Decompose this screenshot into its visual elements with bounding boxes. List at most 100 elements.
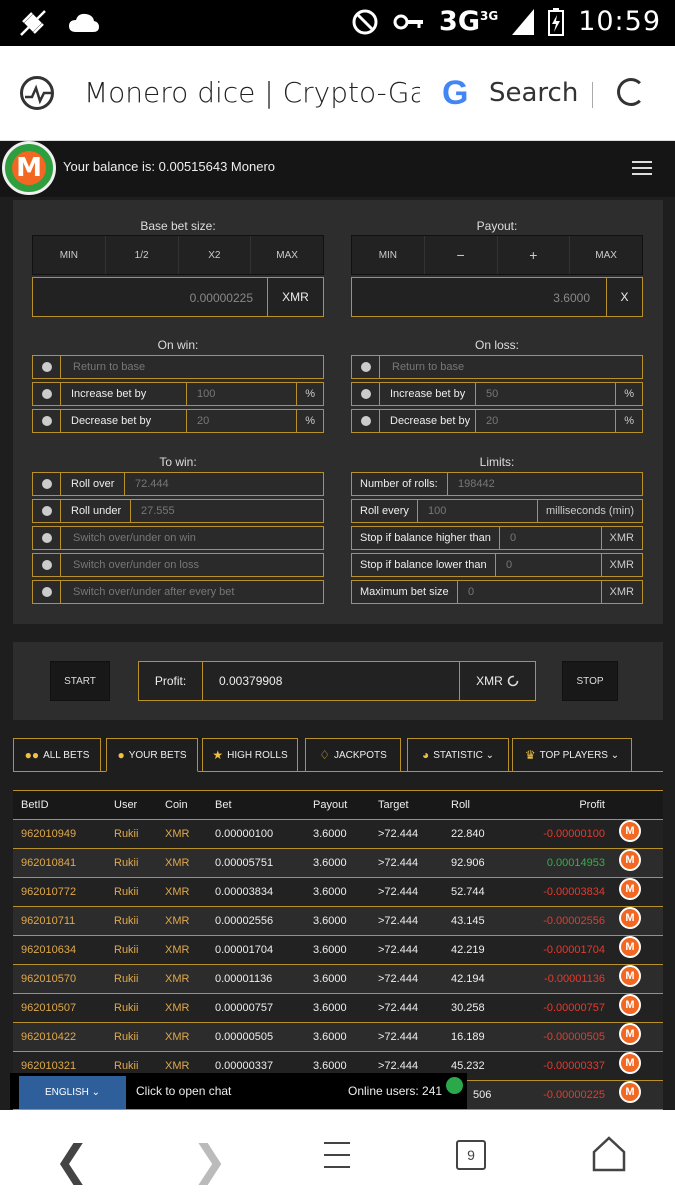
start-button[interactable]: START (50, 661, 110, 701)
on-loss-decrease-row[interactable]: Decrease bet by 20 % (351, 409, 643, 433)
bet-id[interactable]: 962010507 (21, 994, 76, 1022)
roll-every-input[interactable]: 100 (418, 500, 446, 522)
on-win-return-row[interactable]: Return to base (32, 355, 324, 379)
pulse-icon[interactable] (20, 76, 54, 110)
language-select[interactable]: ENGLISH ⌄ (19, 1076, 126, 1109)
base-bet-half-button[interactable]: 1/2 (106, 236, 179, 274)
bet-id[interactable]: 962010634 (21, 936, 76, 964)
on-win-decrease-input[interactable]: 20 (187, 410, 209, 432)
stop-button[interactable]: STOP (562, 661, 618, 701)
on-win-increase-input[interactable]: 100 (187, 383, 215, 405)
tab-top-players[interactable]: ♛ TOP PLAYERS ⌄ (512, 738, 632, 772)
tab-high-rolls[interactable]: ★ HIGH ROLLS (202, 738, 298, 772)
bet-id[interactable]: 962010949 (21, 820, 76, 848)
on-loss-increase-radio[interactable] (352, 383, 380, 405)
base-bet-input[interactable]: 0.00000225 XMR (32, 277, 324, 317)
base-bet-label: Base bet size: (140, 219, 216, 233)
payout-input[interactable]: 3.6000 X (351, 277, 643, 317)
on-win-return-radio[interactable] (33, 356, 61, 378)
switch-every-radio[interactable] (33, 581, 61, 603)
bet-user[interactable]: Rukii (114, 907, 138, 935)
google-icon[interactable]: G (442, 74, 468, 113)
bet-payout: 3.6000 (313, 1031, 347, 1043)
roll-under-label: Roll under (63, 500, 131, 522)
switch-every-row[interactable]: Switch over/under after every bet (32, 580, 324, 604)
base-bet-max-button[interactable]: MAX (251, 236, 323, 274)
refresh-icon[interactable] (617, 78, 645, 106)
on-loss-label: On loss: (474, 338, 519, 352)
stop-higher-row[interactable]: Stop if balance higher than 0 XMR (351, 526, 643, 550)
bet-user[interactable]: Rukii (114, 936, 138, 964)
payout-minus-button[interactable]: − (425, 236, 498, 274)
bet-payout: 3.6000 (313, 828, 347, 840)
menu-icon[interactable] (632, 161, 652, 179)
roll-over-radio[interactable] (33, 473, 61, 495)
menu-lines-icon[interactable] (324, 1142, 350, 1178)
stop-lower-input[interactable]: 0 (496, 554, 512, 576)
base-bet-double-button[interactable]: X2 (179, 236, 252, 274)
forward-icon[interactable]: ❯ (192, 1136, 227, 1185)
switch-on-win-radio[interactable] (33, 527, 61, 549)
switch-on-win-row[interactable]: Switch over/under on win (32, 526, 324, 550)
tabs-count-button[interactable]: 9 (456, 1140, 486, 1170)
bet-id[interactable]: 962010422 (21, 1023, 76, 1051)
tab-all-bets[interactable]: ●● ALL BETS (13, 738, 101, 772)
search-button[interactable]: Search (489, 78, 578, 108)
roll-under-radio[interactable] (33, 500, 61, 522)
bet-user[interactable]: Rukii (114, 1023, 138, 1051)
payout-min-button[interactable]: MIN (352, 236, 425, 274)
browser-bar: Monero dice | Crypto-Game G Search (0, 46, 675, 141)
chat-bar[interactable]: ENGLISH ⌄ Click to open chat Online user… (10, 1073, 467, 1109)
payout-max-button[interactable]: MAX (570, 236, 642, 274)
on-loss-decrease-radio[interactable] (352, 410, 380, 432)
rolls-row[interactable]: Number of rolls: 198442 (351, 472, 643, 496)
bet-user[interactable]: Rukii (114, 994, 138, 1022)
roll-over-row[interactable]: Roll over 72.444 (32, 472, 324, 496)
on-win-decrease-radio[interactable] (33, 410, 61, 432)
rolls-input[interactable]: 198442 (448, 473, 495, 495)
bet-user[interactable]: Rukii (114, 965, 138, 993)
payout-plus-button[interactable]: + (498, 236, 571, 274)
max-bet-input[interactable]: 0 (458, 581, 474, 603)
stop-lower-row[interactable]: Stop if balance lower than 0 XMR (351, 553, 643, 577)
tab-statistic[interactable]: ◕ STATISTIC ⌄ (407, 738, 509, 772)
stop-higher-input[interactable]: 0 (500, 527, 516, 549)
star-icon: ★ (212, 748, 224, 762)
on-loss-increase-row[interactable]: Increase bet by 50 % (351, 382, 643, 406)
bet-id[interactable]: 962010570 (21, 965, 76, 993)
page-title[interactable]: Monero dice | Crypto-Game (84, 76, 420, 109)
bet-id[interactable]: 962010711 (21, 907, 75, 935)
stop-lower-unit: XMR (600, 554, 642, 576)
switch-on-loss-row[interactable]: Switch over/under on loss (32, 553, 324, 577)
bet-amount: 0.00000100 (215, 828, 274, 840)
bet-coin: XMR (165, 857, 190, 869)
monero-icon: M (619, 1023, 641, 1045)
max-bet-row[interactable]: Maximum bet size 0 XMR (351, 580, 643, 604)
on-win-increase-label: Increase bet by (63, 383, 187, 405)
base-bet-min-button[interactable]: MIN (33, 236, 106, 274)
roll-under-row[interactable]: Roll under 27.555 (32, 499, 324, 523)
open-chat-link[interactable]: Click to open chat (136, 1084, 231, 1098)
bet-id[interactable]: 962010841 (21, 849, 76, 877)
roll-over-input[interactable]: 72.444 (125, 473, 169, 495)
roll-under-input[interactable]: 27.555 (131, 500, 175, 522)
bet-id[interactable]: 962010772 (21, 878, 76, 906)
back-icon[interactable]: ❮ (54, 1136, 89, 1185)
on-loss-increase-input[interactable]: 50 (476, 383, 498, 405)
on-win-increase-radio[interactable] (33, 383, 61, 405)
on-win-decrease-row[interactable]: Decrease bet by 20 % (32, 409, 324, 433)
header-target: Target (378, 799, 409, 811)
on-loss-return-row[interactable]: Return to base (351, 355, 643, 379)
home-icon[interactable] (592, 1136, 626, 1172)
switch-on-loss-radio[interactable] (33, 554, 61, 576)
on-loss-return-radio[interactable] (352, 356, 380, 378)
bet-user[interactable]: Rukii (114, 878, 138, 906)
bet-user[interactable]: Rukii (114, 820, 138, 848)
tab-your-bets[interactable]: ● YOUR BETS (106, 738, 198, 772)
monero-logo[interactable]: M (2, 141, 56, 195)
on-loss-decrease-input[interactable]: 20 (476, 410, 498, 432)
tab-jackpots[interactable]: ♢ JACKPOTS (305, 738, 401, 772)
on-win-increase-row[interactable]: Increase bet by 100 % (32, 382, 324, 406)
roll-every-row[interactable]: Roll every 100 milliseconds (min) (351, 499, 643, 523)
bet-user[interactable]: Rukii (114, 849, 138, 877)
